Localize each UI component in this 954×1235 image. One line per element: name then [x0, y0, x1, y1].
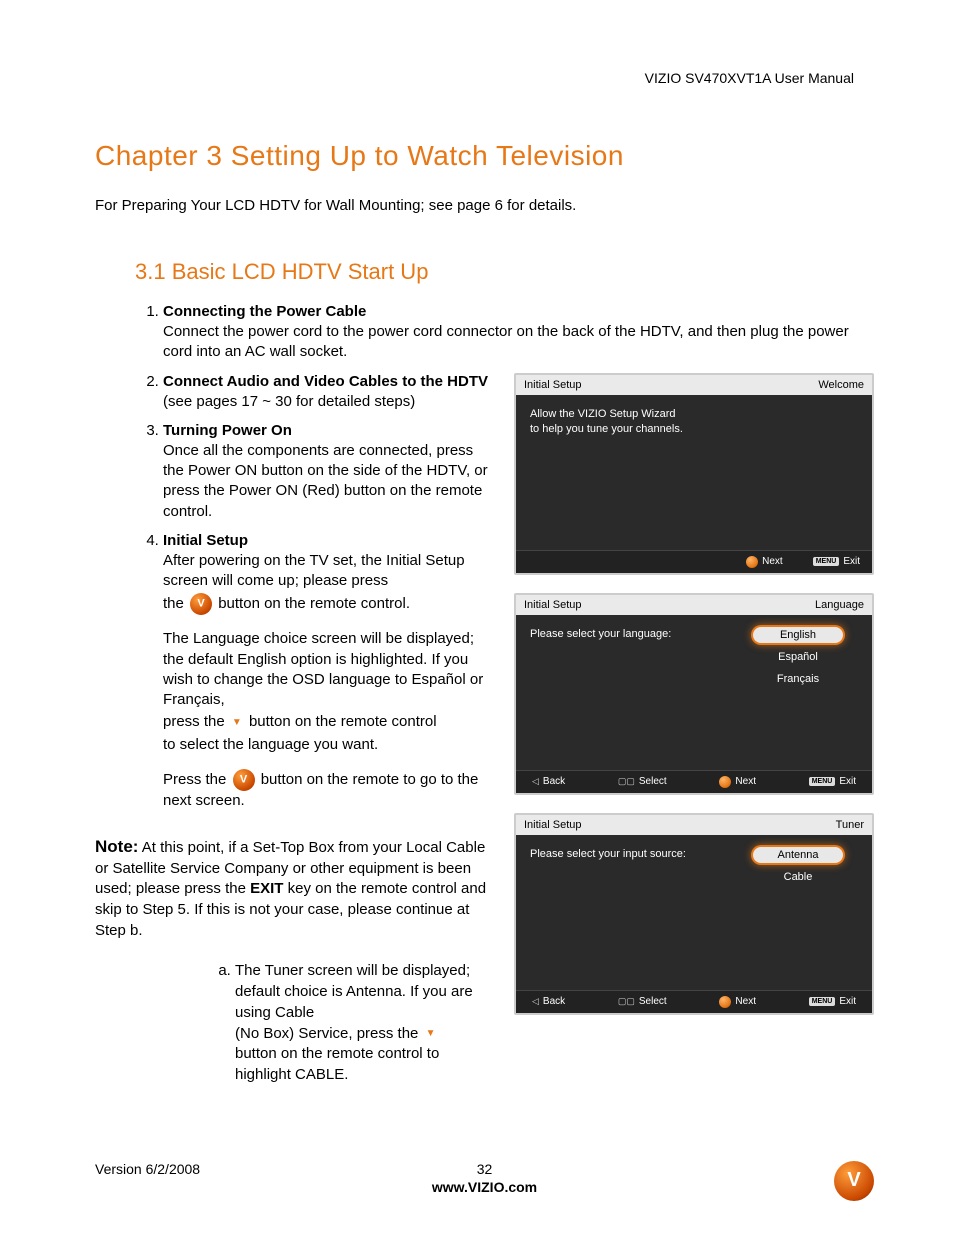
updown-arrow-icon: ▢▢ — [618, 996, 635, 1007]
updown-arrow-icon: ▢▢ — [618, 776, 635, 787]
tv2-select: ▢▢ Select — [618, 776, 667, 788]
tv2-opt-english: English — [753, 627, 843, 643]
tv1-next: Next — [746, 556, 783, 568]
step-4: Initial Setup After powering on the TV s… — [163, 532, 498, 811]
down-arrow-icon: ▼ — [426, 1027, 436, 1041]
header-product: VIZIO SV470XVT1A User Manual — [645, 70, 854, 86]
down-arrow-icon: ▼ — [232, 716, 242, 730]
tv3-exit-label: Exit — [839, 996, 856, 1007]
tv1-header-left: Initial Setup — [524, 379, 581, 391]
left-arrow-icon: ◁ — [532, 776, 539, 787]
tv2-back-label: Back — [543, 776, 565, 787]
step-3-title: Turning Power On — [163, 422, 292, 439]
tv2-select-label: Select — [639, 776, 667, 787]
step-4-p2a: press the — [163, 713, 229, 730]
sub-a-line2a: (No Box) Service, press the — [235, 1025, 423, 1042]
tv3-select-label: Select — [639, 996, 667, 1007]
tv3-header-left: Initial Setup — [524, 819, 581, 831]
footer-site: www.VIZIO.com — [95, 1179, 874, 1195]
tv2-prompt: Please select your language: — [530, 627, 738, 642]
tv1-line2: to help you tune your channels. — [530, 422, 858, 437]
note-label: Note: — [95, 837, 138, 856]
tv1-line1: Allow the VIZIO Setup Wizard — [530, 407, 858, 422]
step-1: Connecting the Power Cable Connect the p… — [163, 303, 874, 363]
tv3-back: ◁ Back — [532, 996, 565, 1008]
tv3-opt-cable: Cable — [753, 869, 843, 885]
tv3-opt-antenna: Antenna — [753, 847, 843, 863]
menu-pill-icon: MENU — [809, 997, 836, 1006]
tv3-back-label: Back — [543, 996, 565, 1007]
v-button-icon — [233, 769, 255, 791]
tv3-next: Next — [719, 996, 756, 1008]
steps-list: Connecting the Power Cable Connect the p… — [95, 303, 874, 363]
step-3: Turning Power On Once all the components… — [163, 422, 498, 522]
step-4-p3a: Press the — [163, 771, 231, 788]
v-dot-icon — [719, 996, 731, 1008]
step-4-p2c: to select the language you want. — [163, 735, 498, 755]
tv3-header-right: Tuner — [836, 819, 864, 831]
v-dot-icon — [719, 776, 731, 788]
vizio-logo-icon — [834, 1161, 874, 1201]
menu-pill-icon: MENU — [809, 777, 836, 786]
step-2-body: (see pages 17 ~ 30 for detailed steps) — [163, 392, 498, 412]
tv-panel-language: Initial Setup Language Please select you… — [514, 593, 874, 795]
tv2-back: ◁ Back — [532, 776, 565, 788]
tv1-header-right: Welcome — [818, 379, 864, 391]
step-4-p2: The Language choice screen will be displ… — [163, 629, 498, 710]
left-arrow-icon: ◁ — [532, 996, 539, 1007]
chapter-title: Chapter 3 Setting Up to Watch Television — [95, 140, 874, 172]
sub-step-a: The Tuner screen will be displayed; defa… — [235, 961, 498, 1085]
step-2: Connect Audio and Video Cables to the HD… — [163, 373, 498, 412]
tv2-exit: MENUExit — [809, 776, 856, 788]
chapter-intro: For Preparing Your LCD HDTV for Wall Mou… — [95, 197, 874, 214]
step-4-p1a: the — [163, 595, 188, 612]
tv2-next-label: Next — [735, 776, 756, 787]
steps-list-cont: Connect Audio and Video Cables to the HD… — [95, 373, 498, 812]
step-3-body: Once all the components are connected, p… — [163, 441, 498, 522]
tv2-next: Next — [719, 776, 756, 788]
footer-page-number: 32 — [477, 1161, 493, 1177]
step-4-title: Initial Setup — [163, 532, 248, 549]
note-block: Note: At this point, if a Set-Top Box fr… — [95, 835, 498, 941]
tv3-next-label: Next — [735, 996, 756, 1007]
sub-a-line1: The Tuner screen will be displayed; defa… — [235, 961, 498, 1023]
tv3-prompt: Please select your input source: — [530, 847, 738, 862]
v-dot-icon — [746, 556, 758, 568]
step-4-p1b: button on the remote control. — [218, 595, 410, 612]
sub-steps: The Tuner screen will be displayed; defa… — [95, 961, 498, 1085]
tv2-opt-espanol: Español — [753, 649, 843, 665]
step-4-p2b: button on the remote control — [249, 713, 437, 730]
page-footer: Version 6/2/2008 32 www.VIZIO.com — [95, 1161, 874, 1195]
v-button-icon — [190, 593, 212, 615]
tv2-opt-francais: Français — [753, 671, 843, 687]
tv1-exit-label: Exit — [843, 556, 860, 567]
section-title: 3.1 Basic LCD HDTV Start Up — [135, 259, 874, 285]
step-1-title: Connecting the Power Cable — [163, 303, 366, 320]
footer-version: Version 6/2/2008 — [95, 1161, 200, 1177]
tv1-exit: MENUExit — [813, 556, 860, 568]
tv-panel-tuner: Initial Setup Tuner Please select your i… — [514, 813, 874, 1015]
sub-a-line3: button on the remote control to highligh… — [235, 1044, 498, 1085]
tv2-exit-label: Exit — [839, 776, 856, 787]
note-exit-key: EXIT — [250, 880, 283, 897]
step-2-title: Connect Audio and Video Cables to the HD… — [163, 373, 488, 390]
tv-panel-welcome: Initial Setup Welcome Allow the VIZIO Se… — [514, 373, 874, 575]
tv2-header-left: Initial Setup — [524, 599, 581, 611]
tv2-header-right: Language — [815, 599, 864, 611]
tv3-exit: MENUExit — [809, 996, 856, 1008]
tv1-next-label: Next — [762, 556, 783, 567]
step-4-p1: After powering on the TV set, the Initia… — [163, 551, 498, 592]
tv3-select: ▢▢ Select — [618, 996, 667, 1008]
menu-pill-icon: MENU — [813, 557, 840, 566]
step-1-body: Connect the power cord to the power cord… — [163, 322, 874, 363]
